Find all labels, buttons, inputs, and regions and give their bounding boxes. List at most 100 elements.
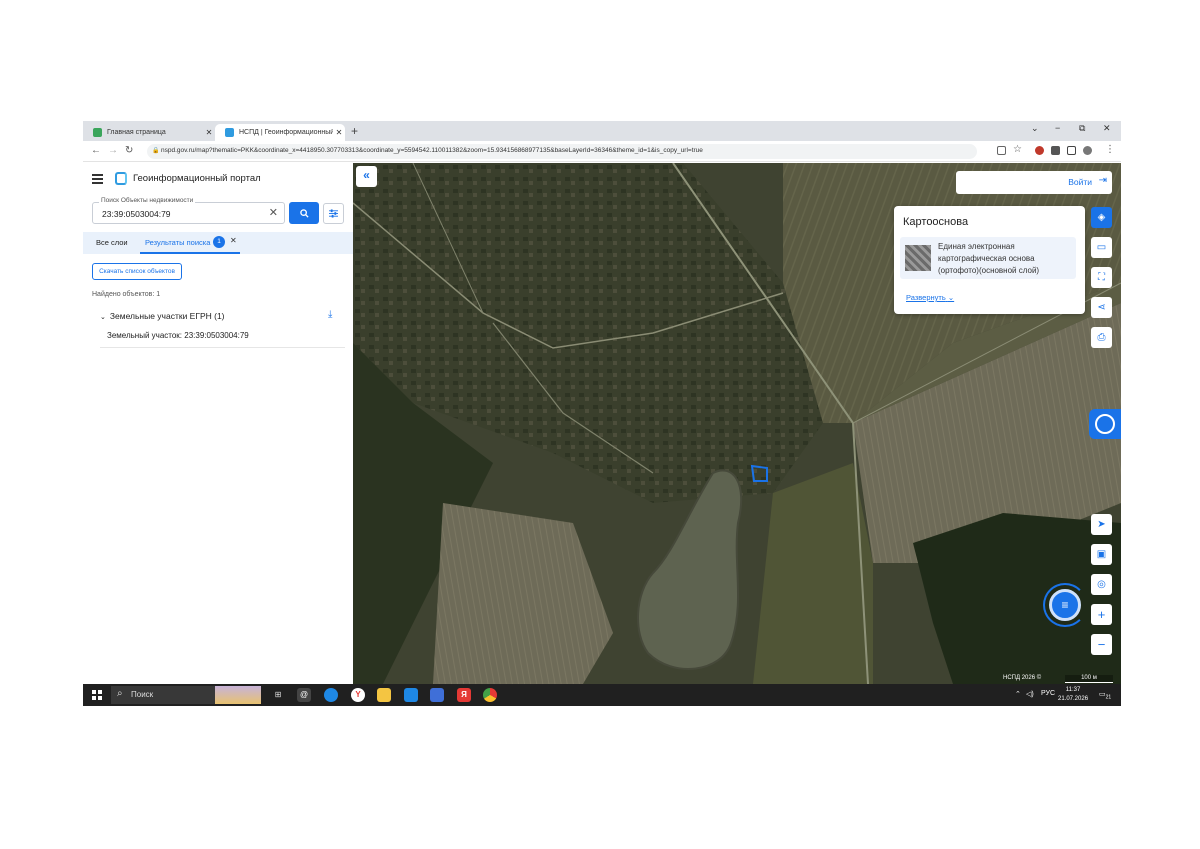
file-explorer-icon[interactable] <box>377 688 391 702</box>
back-icon[interactable]: ← <box>91 145 101 156</box>
zoom-in-button[interactable]: + <box>1091 604 1112 625</box>
new-tab-button[interactable]: + <box>351 124 358 138</box>
favicon-icon <box>225 128 234 137</box>
yandex-icon[interactable]: Я <box>457 688 471 702</box>
print-button[interactable]: ⎙ <box>1091 327 1112 348</box>
browser-tab-nspd[interactable]: НСПД | Геоинформационный ✕ <box>215 124 345 141</box>
result-list-item[interactable]: Земельный участок: 23:39:0503004:79 <box>107 331 249 340</box>
windows-start-icon[interactable] <box>92 690 102 700</box>
login-label: Войти <box>1068 177 1092 187</box>
portal-title: Геоинформационный портал <box>133 173 261 184</box>
word-icon[interactable] <box>430 688 444 702</box>
mail-icon[interactable] <box>404 688 418 702</box>
task-view-icon[interactable]: ⊞ <box>271 688 285 702</box>
tab-search-icon[interactable]: ⌄ <box>1031 123 1039 134</box>
notifications-count: 21 <box>1105 694 1112 701</box>
app-icon[interactable]: @ <box>297 688 311 702</box>
restore-button[interactable]: ⧉ <box>1079 123 1085 134</box>
ruler-icon: ▭ <box>1096 242 1107 253</box>
clear-search-icon[interactable]: ✕ <box>269 206 278 219</box>
search-value: 23:39:0503004:79 <box>102 209 171 219</box>
clock-date: 21.07.2026 <box>1058 696 1089 702</box>
lock-icon: 🔒 <box>152 148 160 154</box>
menu-kebab-icon[interactable]: ⋮ <box>1105 144 1115 155</box>
sidebar-panel: Геоинформационный портал Поиск Объекты н… <box>83 163 353 684</box>
download-icon[interactable]: ⤓ <box>328 309 332 320</box>
close-window-button[interactable]: ✕ <box>1103 123 1111 134</box>
widget-icon <box>1095 414 1115 434</box>
profile-avatar-icon[interactable] <box>1083 146 1092 155</box>
tray-chevron-icon[interactable]: ⌃ <box>1015 690 1021 698</box>
extensions-puzzle-icon[interactable] <box>1051 146 1060 155</box>
divider <box>100 347 345 348</box>
geolocate-button[interactable]: ➤ <box>1091 514 1112 535</box>
tab-title: НСПД | Геоинформационный <box>239 129 333 136</box>
close-tab-icon[interactable]: ✕ <box>203 128 215 137</box>
search-input[interactable]: Поиск Объекты недвижимости 23:39:0503004… <box>92 197 285 224</box>
taskbar-search[interactable]: ⌕ Поиск <box>111 686 261 704</box>
search-icon <box>299 209 309 218</box>
search-button[interactable] <box>289 202 319 224</box>
chevron-down-icon: ⌄ <box>100 314 106 321</box>
share-icon[interactable] <box>997 146 1006 155</box>
volume-icon[interactable]: ◁) <box>1026 690 1034 698</box>
location-pin-button[interactable]: ◎ <box>1091 574 1112 595</box>
clock[interactable]: 11:37 21.07.2026 <box>1058 686 1088 704</box>
sliders-icon <box>329 209 338 218</box>
layer-name: Единая электронная картографическая осно… <box>938 242 1040 275</box>
close-results-icon[interactable]: ✕ <box>230 236 237 245</box>
tab-all-layers[interactable]: Все слои <box>96 238 128 247</box>
layer-thumbnail <box>905 245 931 271</box>
active-tab-underline <box>140 252 240 254</box>
notifications-icon[interactable]: ▭21 <box>1099 690 1111 700</box>
browser-tab-home[interactable]: Главная страница ✕ <box>83 124 215 141</box>
minimap-button[interactable]: ▣ <box>1091 544 1112 565</box>
basemap-layer-item[interactable]: Единая электронная картографическая осно… <box>900 237 1076 279</box>
download-list-button[interactable]: Скачать список объектов <box>92 263 182 280</box>
browser-tabstrip: Главная страница ✕ НСПД | Геоинформацион… <box>83 121 1121 141</box>
map-attribution: НСПД 2026 © <box>1003 675 1042 681</box>
menu-hamburger-icon[interactable] <box>92 174 103 186</box>
chevron-down-icon: ⌄ <box>947 293 955 302</box>
chat-icon: ≡ <box>1061 598 1069 612</box>
close-tab-icon[interactable]: ✕ <box>333 128 345 137</box>
url-text: nspd.gov.ru/map?thematic=PKK&coordinate_… <box>161 147 703 154</box>
share-button[interactable]: ⋖ <box>1091 297 1112 318</box>
minimize-button[interactable]: − <box>1055 123 1060 133</box>
tab-search-results[interactable]: Результаты поиска <box>145 238 210 247</box>
url-field[interactable]: 🔒 nspd.gov.ru/map?thematic=PKK&coordinat… <box>147 144 977 159</box>
chrome-icon[interactable] <box>483 688 497 702</box>
sidepanel-icon[interactable] <box>1067 146 1076 155</box>
side-widget-button[interactable] <box>1089 409 1121 439</box>
minus-icon: − <box>1097 637 1106 652</box>
select-area-button[interactable]: ⛶ <box>1091 267 1112 288</box>
bookmark-star-icon[interactable]: ☆ <box>1013 144 1022 155</box>
language-indicator[interactable]: РУС <box>1041 690 1055 697</box>
reload-icon[interactable]: ↻ <box>125 145 133 156</box>
result-group-header[interactable]: ⌄ Земельные участки ЕГРН (1) <box>100 311 225 321</box>
portal-logo-icon <box>115 172 127 185</box>
extension-icon[interactable] <box>1035 146 1044 155</box>
collapse-panel-button[interactable]: « <box>356 166 377 187</box>
edge-icon[interactable] <box>324 688 338 702</box>
zoom-out-button[interactable]: − <box>1091 634 1112 655</box>
scale-bar: 100 м <box>1065 675 1113 683</box>
select-area-icon: ⛶ <box>1098 272 1105 283</box>
expand-link[interactable]: Развернуть ⌄ <box>906 293 954 302</box>
filter-settings-button[interactable] <box>323 203 344 224</box>
panel-tabs: Все слои Результаты поиска 1 ✕ <box>83 232 353 254</box>
chat-button[interactable]: ≡ <box>1049 589 1081 621</box>
ruler-button[interactable]: ▭ <box>1091 237 1112 258</box>
found-count: Найдено объектов: 1 <box>92 291 161 298</box>
forward-icon[interactable]: → <box>108 145 118 156</box>
login-icon: ⇥ <box>1098 175 1107 186</box>
yandex-browser-icon[interactable]: Y <box>351 688 365 702</box>
tab-title: Главная страница <box>107 129 166 136</box>
windows-taskbar: ⌕ Поиск ⊞ @ Y Я ⌃ ◁) РУС 11:37 21.07.202… <box>83 684 1121 706</box>
result-group-title: Земельные участки ЕГРН (1) <box>109 311 225 321</box>
map-canvas[interactable]: « Войти ⇥ Картооснова Единая электронная… <box>353 163 1121 684</box>
print-icon: ⎙ <box>1097 332 1106 343</box>
layers-button[interactable]: ◈ <box>1091 207 1112 228</box>
screen: Главная страница ✕ НСПД | Геоинформацион… <box>83 121 1121 706</box>
login-button[interactable]: Войти ⇥ <box>956 171 1112 194</box>
